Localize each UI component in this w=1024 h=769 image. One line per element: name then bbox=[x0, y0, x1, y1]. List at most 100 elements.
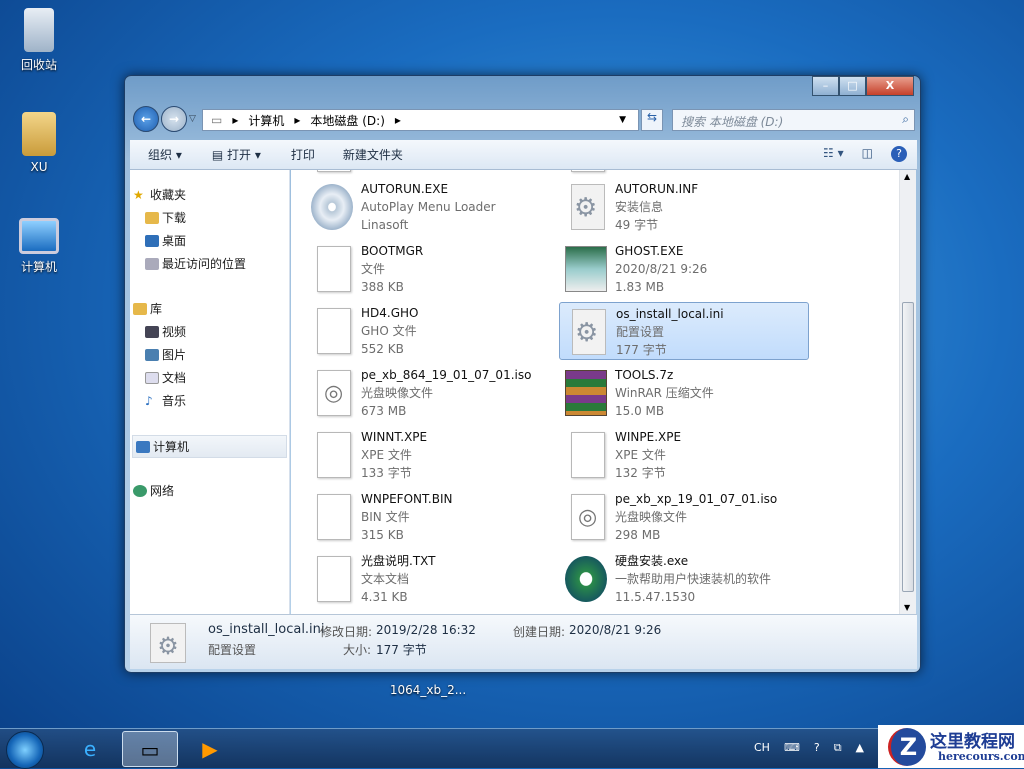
file-item[interactable]: BOOTMGR 文件 388 KB bbox=[305, 240, 555, 298]
new-folder-button[interactable]: 新建文件夹 bbox=[343, 146, 403, 163]
file-item[interactable]: HD4.GHO GHO 文件 552 KB bbox=[305, 302, 555, 360]
minimize-button[interactable]: – bbox=[812, 76, 839, 96]
nav-music[interactable]: ♪ 音乐 bbox=[130, 390, 289, 413]
file-item[interactable]: AUTORUN.INF 安装信息 49 字节 bbox=[559, 178, 809, 236]
back-button[interactable]: ← bbox=[133, 106, 159, 132]
label: 回收站 bbox=[20, 58, 57, 72]
file-item[interactable]: pe_xb_864_19_01_07_01.iso 光盘映像文件 673 MB bbox=[305, 364, 555, 422]
close-button[interactable]: X bbox=[866, 76, 914, 96]
file-name: os_install_local.ini bbox=[616, 307, 724, 321]
forward-button[interactable]: → bbox=[161, 106, 187, 132]
taskbar-ie-icon[interactable]: e bbox=[62, 731, 118, 767]
keyboard-icon[interactable]: ⌨ bbox=[784, 741, 800, 755]
file-detail: Linasoft bbox=[361, 218, 409, 232]
taskbar: e ▭ ▶ CH ⌨ ? ⧉ ▲ ⚑ bbox=[0, 728, 1024, 769]
desktop-icon-recycle-bin[interactable]: 回收站 bbox=[4, 8, 74, 73]
file-type: GHO 文件 bbox=[361, 324, 417, 338]
nav-network[interactable]: 网络 bbox=[130, 480, 289, 503]
computer-icon bbox=[19, 218, 59, 254]
file-detail: 132 字节 bbox=[615, 466, 666, 480]
file-detail: 388 KB bbox=[361, 280, 404, 294]
desktop-icon-user[interactable]: XU bbox=[4, 112, 74, 174]
scroll-thumb[interactable] bbox=[902, 302, 914, 592]
library-icon bbox=[133, 303, 147, 315]
file-item[interactable]: WINNT.XPE XPE 文件 133 字节 bbox=[305, 426, 555, 484]
language-indicator[interactable]: CH bbox=[754, 741, 770, 755]
recent-places-icon bbox=[145, 258, 159, 270]
nav-documents[interactable]: 文档 bbox=[130, 367, 289, 390]
file-item-partial[interactable] bbox=[305, 170, 555, 178]
file-name: TOOLS.7z bbox=[615, 368, 674, 382]
file-item[interactable]: WINPE.XPE XPE 文件 132 字节 bbox=[559, 426, 809, 484]
nav-computer[interactable]: 计算机 bbox=[132, 435, 287, 458]
taskbar-media-player-icon[interactable]: ▶ bbox=[182, 731, 238, 767]
address-dropdown-icon[interactable]: ▼ bbox=[619, 115, 626, 125]
nav-recent[interactable]: 最近访问的位置 bbox=[130, 253, 289, 276]
print-button[interactable]: 打印 bbox=[291, 146, 315, 163]
doc-file-icon bbox=[317, 494, 351, 540]
file-item[interactable]: WNPEFONT.BIN BIN 文件 315 KB bbox=[305, 488, 555, 546]
organize-button[interactable]: 组织 ▾ bbox=[148, 146, 182, 163]
breadcrumb-computer[interactable]: 计算机 bbox=[248, 112, 284, 129]
label: 图片 bbox=[162, 348, 187, 362]
nav-favorites[interactable]: ★ 收藏夹 bbox=[130, 184, 289, 207]
breadcrumb-drive-d[interactable]: 本地磁盘 (D:) bbox=[310, 112, 384, 129]
nav-desktop[interactable]: 桌面 bbox=[130, 230, 289, 253]
nav-pictures[interactable]: 图片 bbox=[130, 344, 289, 367]
scroll-up-icon[interactable]: ▲ bbox=[904, 172, 910, 181]
file-item[interactable]: AUTORUN.EXE AutoPlay Menu Loader Linasof… bbox=[305, 178, 555, 236]
file-item-partial[interactable] bbox=[559, 170, 809, 178]
address-bar[interactable]: ▭ ▸ 计算机 ▸ 本地磁盘 (D:) ▸ ▼ bbox=[202, 109, 639, 131]
file-name: AUTORUN.EXE bbox=[361, 182, 449, 196]
nav-downloads[interactable]: 下载 bbox=[130, 207, 289, 230]
file-name: GHOST.EXE bbox=[615, 244, 684, 258]
help-icon[interactable]: ? bbox=[891, 146, 907, 162]
label: 收藏夹 bbox=[150, 188, 187, 202]
file-type: 文件 bbox=[361, 262, 386, 276]
dragged-item-label: 1064_xb_2... bbox=[388, 683, 468, 697]
file-name: WINPE.XPE bbox=[615, 430, 682, 444]
downloads-icon bbox=[145, 212, 159, 224]
taskbar-explorer-icon[interactable]: ▭ bbox=[122, 731, 178, 767]
desktop-icon bbox=[145, 235, 159, 247]
change-view-icon[interactable]: ☷ ▾ bbox=[823, 146, 844, 162]
file-detail: 673 MB bbox=[361, 404, 407, 418]
file-item[interactable]: 硬盘安装.exe 一款帮助用户快速装机的软件 11.5.47.1530 bbox=[559, 550, 809, 608]
search-icon[interactable]: ⌕ bbox=[902, 112, 909, 127]
label: 最近访问的位置 bbox=[162, 257, 247, 271]
refresh-button[interactable]: ⇆ bbox=[641, 109, 663, 131]
file-type: XPE 文件 bbox=[615, 448, 666, 462]
open-label: 打开 ▾ bbox=[227, 148, 261, 162]
show-hidden-icons[interactable]: ▲ bbox=[856, 741, 864, 755]
view-controls: ☷ ▾ ◫ ? bbox=[823, 146, 907, 162]
search-input[interactable]: 搜索 本地磁盘 (D:) ⌕ bbox=[672, 109, 915, 131]
nav-libraries[interactable]: 库 bbox=[130, 298, 289, 321]
open-button[interactable]: ▤ 打开 ▾ bbox=[212, 146, 261, 163]
label: 音乐 bbox=[162, 394, 187, 408]
open-icon: ▤ bbox=[211, 148, 224, 162]
start-button[interactable] bbox=[6, 731, 44, 769]
preview-pane-icon[interactable]: ◫ bbox=[862, 146, 873, 162]
desktop-icon-computer[interactable]: 计算机 bbox=[4, 218, 74, 275]
created-value: 2020/8/21 9:26 bbox=[569, 623, 662, 637]
setup-file-icon bbox=[565, 556, 607, 602]
doc-file-icon bbox=[317, 556, 351, 602]
app-file-icon bbox=[565, 246, 607, 292]
modified-value: 2019/2/28 16:32 bbox=[376, 623, 476, 637]
file-item[interactable]: GHOST.EXE 2020/8/21 9:26 1.83 MB bbox=[559, 240, 809, 298]
file-name: WNPEFONT.BIN bbox=[361, 492, 453, 506]
nav-videos[interactable]: 视频 bbox=[130, 321, 289, 344]
file-item[interactable]: TOOLS.7z WinRAR 压缩文件 15.0 MB bbox=[559, 364, 809, 422]
scroll-down-icon[interactable]: ▼ bbox=[904, 603, 910, 612]
file-name: 光盘说明.TXT bbox=[361, 554, 436, 568]
file-item[interactable]: 光盘说明.TXT 文本文档 4.31 KB bbox=[305, 550, 555, 608]
vertical-scrollbar[interactable]: ▲ ▼ bbox=[899, 170, 916, 614]
file-item[interactable]: os_install_local.ini 配置设置 177 字节 bbox=[559, 302, 809, 360]
restore-icon[interactable]: ⧉ bbox=[834, 741, 842, 755]
file-item[interactable]: pe_xb_xp_19_01_07_01.iso 光盘映像文件 298 MB bbox=[559, 488, 809, 546]
video-icon bbox=[145, 326, 159, 338]
recent-pages-dropdown[interactable]: ▽ bbox=[189, 114, 196, 124]
maximize-button[interactable]: □ bbox=[839, 76, 866, 96]
file-detail: 177 字节 bbox=[616, 343, 667, 357]
help-icon[interactable]: ? bbox=[814, 741, 820, 755]
